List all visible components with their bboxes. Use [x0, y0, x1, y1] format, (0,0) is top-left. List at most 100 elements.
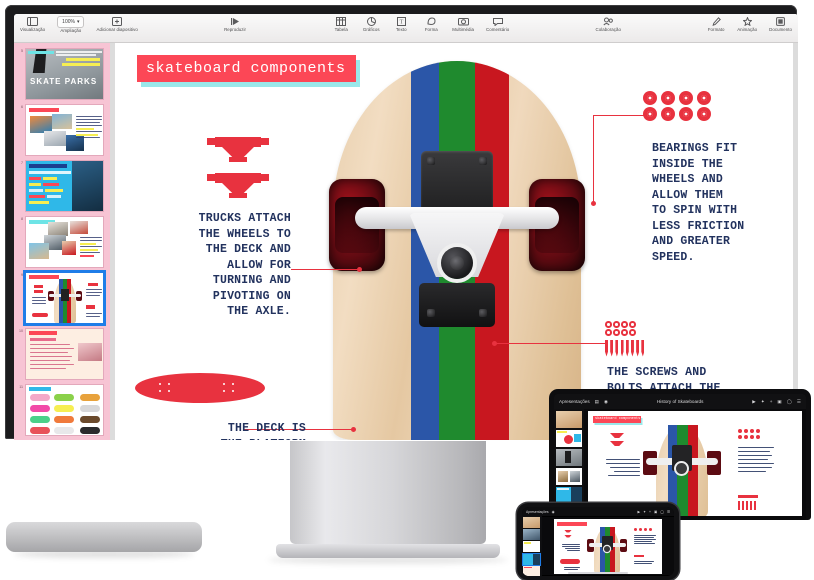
iphone-slide-navigator[interactable] [522, 516, 542, 576]
iphone-thumbnail[interactable] [523, 541, 540, 553]
skateboard-photo [329, 61, 585, 440]
toolbar-text-button[interactable]: T Texto [386, 14, 416, 33]
toolbar-comment-label: Comentário [486, 27, 510, 32]
leader-dot-bearings [591, 201, 596, 206]
media-icon[interactable]: ▣ [777, 399, 781, 405]
toolbar-document-label: Documento [769, 27, 793, 32]
toolbar-play-button[interactable]: Reproduzir [218, 14, 252, 33]
zoom-icon[interactable]: ◉ [604, 399, 608, 405]
iphone-current-slide[interactable] [554, 518, 662, 574]
media-icon[interactable]: ▣ [654, 510, 657, 514]
table-icon [336, 16, 347, 27]
collaborate-icon [603, 16, 614, 27]
toolbar-zoom-stepper[interactable]: 100% ▾ Ampliação [51, 14, 90, 34]
toolbar-chart-button[interactable]: Gráficos [356, 14, 386, 33]
comment-icon [492, 16, 503, 27]
ipad-thumbnail[interactable] [556, 430, 582, 447]
navigator-row[interactable]: 10 [14, 326, 110, 382]
iphone-thumbnail[interactable] [523, 517, 540, 528]
play-icon [230, 16, 240, 27]
navigator-row[interactable]: 11 [14, 382, 110, 438]
ipad-thumbnail[interactable] [556, 449, 582, 466]
slide-canvas[interactable]: skateboard components TRUCKS ATTACH THE … [110, 43, 798, 440]
sidebar-icon[interactable]: ▤ [595, 399, 599, 405]
svg-text:T: T [399, 20, 403, 26]
truck-baseplate-bottom [419, 283, 495, 327]
ipad-thumbnail[interactable] [556, 468, 582, 485]
toolbar-animate-button[interactable]: Animação [731, 14, 763, 33]
shape-icon [427, 16, 436, 27]
navigator-row[interactable]: 6 [14, 102, 110, 158]
toolbar-shape-button[interactable]: Forma [416, 14, 446, 33]
callout-deck-text[interactable]: THE DECK IS THE PLATFORM [151, 421, 306, 440]
ipad-current-slide[interactable]: skateboard components [588, 411, 802, 516]
iphone-thumbnail[interactable] [523, 565, 540, 576]
add-icon[interactable]: + [649, 510, 651, 514]
slide-thumbnail-11[interactable] [25, 384, 104, 436]
play-icon[interactable]: ▶ [752, 399, 756, 405]
media-icon [457, 16, 469, 27]
ipad-thumbnail[interactable] [556, 411, 582, 428]
toolbar-format-button[interactable]: Formato [701, 14, 731, 33]
slide-thumbnail-5[interactable]: SKATE PARKS [25, 48, 104, 100]
collaborate-icon[interactable]: ◯ [787, 399, 792, 405]
slide-number: 5 [21, 49, 23, 53]
slide-thumbnail-10[interactable] [25, 328, 104, 380]
toolbar-collaborate-button[interactable]: Colaboração [589, 14, 626, 33]
navigator-row[interactable]: 9 [14, 270, 110, 326]
add-icon[interactable]: + [770, 399, 773, 404]
slide-navigator[interactable]: 5 SKATE PARKS 6 7 8 9 10 11 [14, 43, 110, 440]
page-title: skateboard components [146, 60, 346, 77]
toolbar-left-group: Visualização 100% ▾ Ampliação Adicionar … [14, 14, 144, 34]
mac-mini-body [6, 522, 202, 552]
iphone-canvas[interactable] [542, 517, 674, 575]
slide-title-box[interactable]: skateboard components [137, 55, 356, 82]
toolbar-format-label: Formato [707, 27, 725, 32]
iphone-home-indicator [568, 572, 628, 574]
view-icon [27, 16, 39, 27]
format-brush-icon[interactable]: ✦ [643, 510, 646, 514]
navigator-row[interactable]: 8 [14, 214, 110, 270]
slide-thumbnail-6[interactable] [25, 104, 104, 156]
more-icon[interactable]: ☰ [667, 510, 670, 514]
format-brush-icon[interactable]: ✦ [761, 399, 765, 405]
truck-glyph [207, 173, 269, 203]
zoom-icon[interactable]: ◉ [552, 510, 555, 514]
ipad-thumbnail-selected[interactable] [556, 487, 582, 504]
slide-thumbnail-7[interactable] [25, 160, 104, 212]
ipad-back-label[interactable]: Apresentações [559, 399, 590, 404]
play-icon[interactable]: ▶ [638, 510, 641, 514]
chevron-down-icon: ▾ [76, 19, 80, 25]
toolbar-view-label: Visualização [20, 27, 46, 32]
toolbar-media-button[interactable]: Multimédia [446, 14, 480, 33]
more-icon[interactable]: ☰ [797, 399, 801, 405]
callout-trucks-text[interactable]: TRUCKS ATTACH THE WHEELS TO THE DECK AND… [145, 211, 291, 320]
ipad-toolbar: Apresentações ▤ ◉ History of Skateboards… [554, 394, 806, 409]
current-slide[interactable]: skateboard components TRUCKS ATTACH THE … [115, 43, 793, 440]
collaborate-icon[interactable]: ◯ [660, 510, 664, 514]
toolbar-right-group: Formato Animação Documento [701, 14, 798, 33]
navigator-row[interactable]: 5 SKATE PARKS [14, 46, 110, 102]
toolbar-comment-button[interactable]: Comentário [480, 14, 515, 33]
leader-dot-deck [351, 427, 356, 432]
toolbar-play-label: Reproduzir [224, 27, 247, 32]
slide-thumbnail-9-selected[interactable] [23, 270, 106, 326]
toolbar-chart-label: Gráficos [362, 27, 380, 32]
leader-line-screws [495, 343, 607, 344]
toolbar-document-button[interactable]: Documento [763, 14, 798, 33]
toolbar-add-slide-button[interactable]: Adicionar diapositivo [90, 14, 143, 34]
iphone-back-label[interactable]: Apresentações [526, 510, 549, 514]
iphone-thumbnail[interactable] [523, 529, 540, 541]
iphone-thumbnail-selected[interactable] [522, 553, 541, 566]
ipad-document-title: History of Skateboards [656, 399, 704, 404]
ipad-device: Apresentações ▤ ◉ History of Skateboards… [549, 389, 811, 520]
leader-line-bearings-v [593, 115, 594, 203]
zoom-dropdown[interactable]: 100% ▾ [57, 16, 85, 28]
toolbar-table-button[interactable]: Tabela [326, 14, 356, 33]
slide-thumbnail-8[interactable] [25, 216, 104, 268]
navigator-row[interactable]: 7 [14, 158, 110, 214]
imac-device: Visualização 100% ▾ Ampliação Adicionar … [0, 0, 814, 442]
callout-bearings-text[interactable]: BEARINGS FIT INSIDE THE WHEELS AND ALLOW… [652, 141, 792, 265]
toolbar-view-button[interactable]: Visualização [14, 14, 51, 34]
truck-glyph [207, 137, 269, 167]
